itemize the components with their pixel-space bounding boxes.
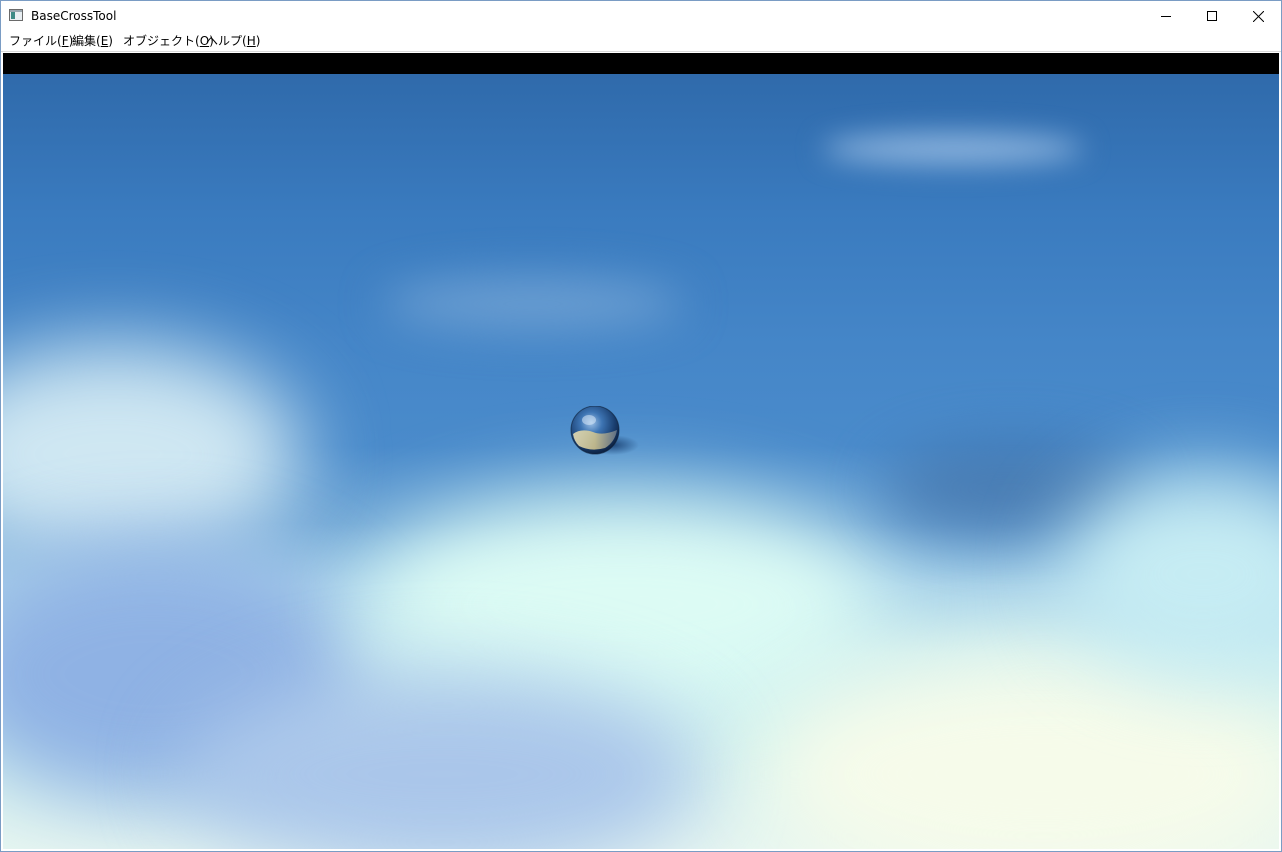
maximize-button[interactable] (1189, 1, 1235, 31)
metallic-sphere-object[interactable] (567, 405, 639, 460)
menu-help-label: ヘルプ( (206, 34, 247, 48)
window-title: BaseCrossTool (31, 9, 117, 23)
cloud-blob (763, 654, 1279, 849)
menu-edit[interactable]: 編集(E) (71, 34, 114, 48)
menu-help[interactable]: ヘルプ(H) (205, 34, 261, 48)
app-window-icon[interactable] (9, 9, 23, 21)
sky-haze-blob (383, 279, 683, 329)
viewport-top-band (3, 53, 1279, 74)
3d-scene[interactable] (3, 74, 1279, 849)
menu-edit-label: 編集( (72, 34, 101, 48)
title-bar[interactable]: BaseCrossTool (1, 1, 1281, 31)
menu-file[interactable]: ファイル(F) (8, 34, 74, 48)
minimize-button[interactable] (1143, 1, 1189, 31)
menu-help-suffix: ) (255, 34, 261, 48)
cloud-blob (3, 344, 303, 564)
menu-file-accel: F (61, 34, 69, 48)
close-icon (1252, 10, 1264, 22)
menu-object[interactable]: オブジェクト(O) (122, 34, 215, 48)
menu-object-label: オブジェクト( (123, 34, 200, 48)
menu-file-label: ファイル( (9, 34, 62, 48)
sky-haze-blob (823, 134, 1083, 164)
menu-help-accel: H (246, 34, 256, 48)
minimize-icon (1161, 16, 1171, 17)
close-button[interactable] (1235, 1, 1281, 31)
menu-edit-suffix: ) (108, 34, 113, 48)
menu-bar: ファイル(F) 編集(E) オブジェクト(O) ヘルプ(H) (1, 31, 1281, 51)
app-window: BaseCrossTool ファイル(F) 編集(E) オブジェクト(O) ヘル… (0, 0, 1282, 852)
metallic-sphere (570, 405, 639, 455)
menu-divider (1, 51, 1281, 52)
maximize-icon (1207, 11, 1217, 21)
render-viewport[interactable] (3, 53, 1279, 849)
